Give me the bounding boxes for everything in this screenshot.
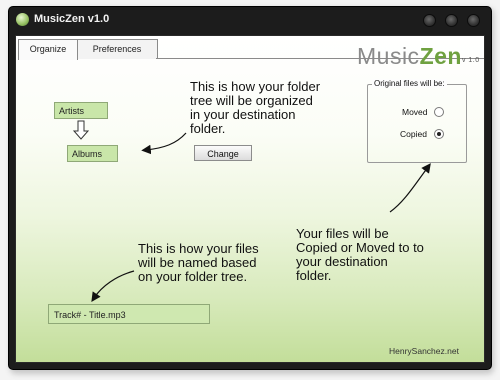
tab-organize[interactable]: Organize [18,39,78,60]
copy-callout-arrow-icon [389,163,431,213]
maximize-button[interactable] [445,14,458,27]
title-bar[interactable]: MusicZen v1.0 [9,7,491,33]
client-area: Organize Preferences MusicZenv 1.0 This … [15,35,485,363]
window-title: MusicZen v1.0 [34,13,110,25]
minimize-button[interactable] [423,14,436,27]
close-button[interactable] [467,14,480,27]
app-icon [16,13,29,26]
app-window: MusicZen v1.0 Organize Preferences Music… [8,6,492,370]
annotation-arrows [72,120,431,302]
files-callout-arrow-icon [91,270,135,302]
folder-callout-arrow-icon [141,132,187,155]
tree-down-arrow-icon [72,120,90,140]
